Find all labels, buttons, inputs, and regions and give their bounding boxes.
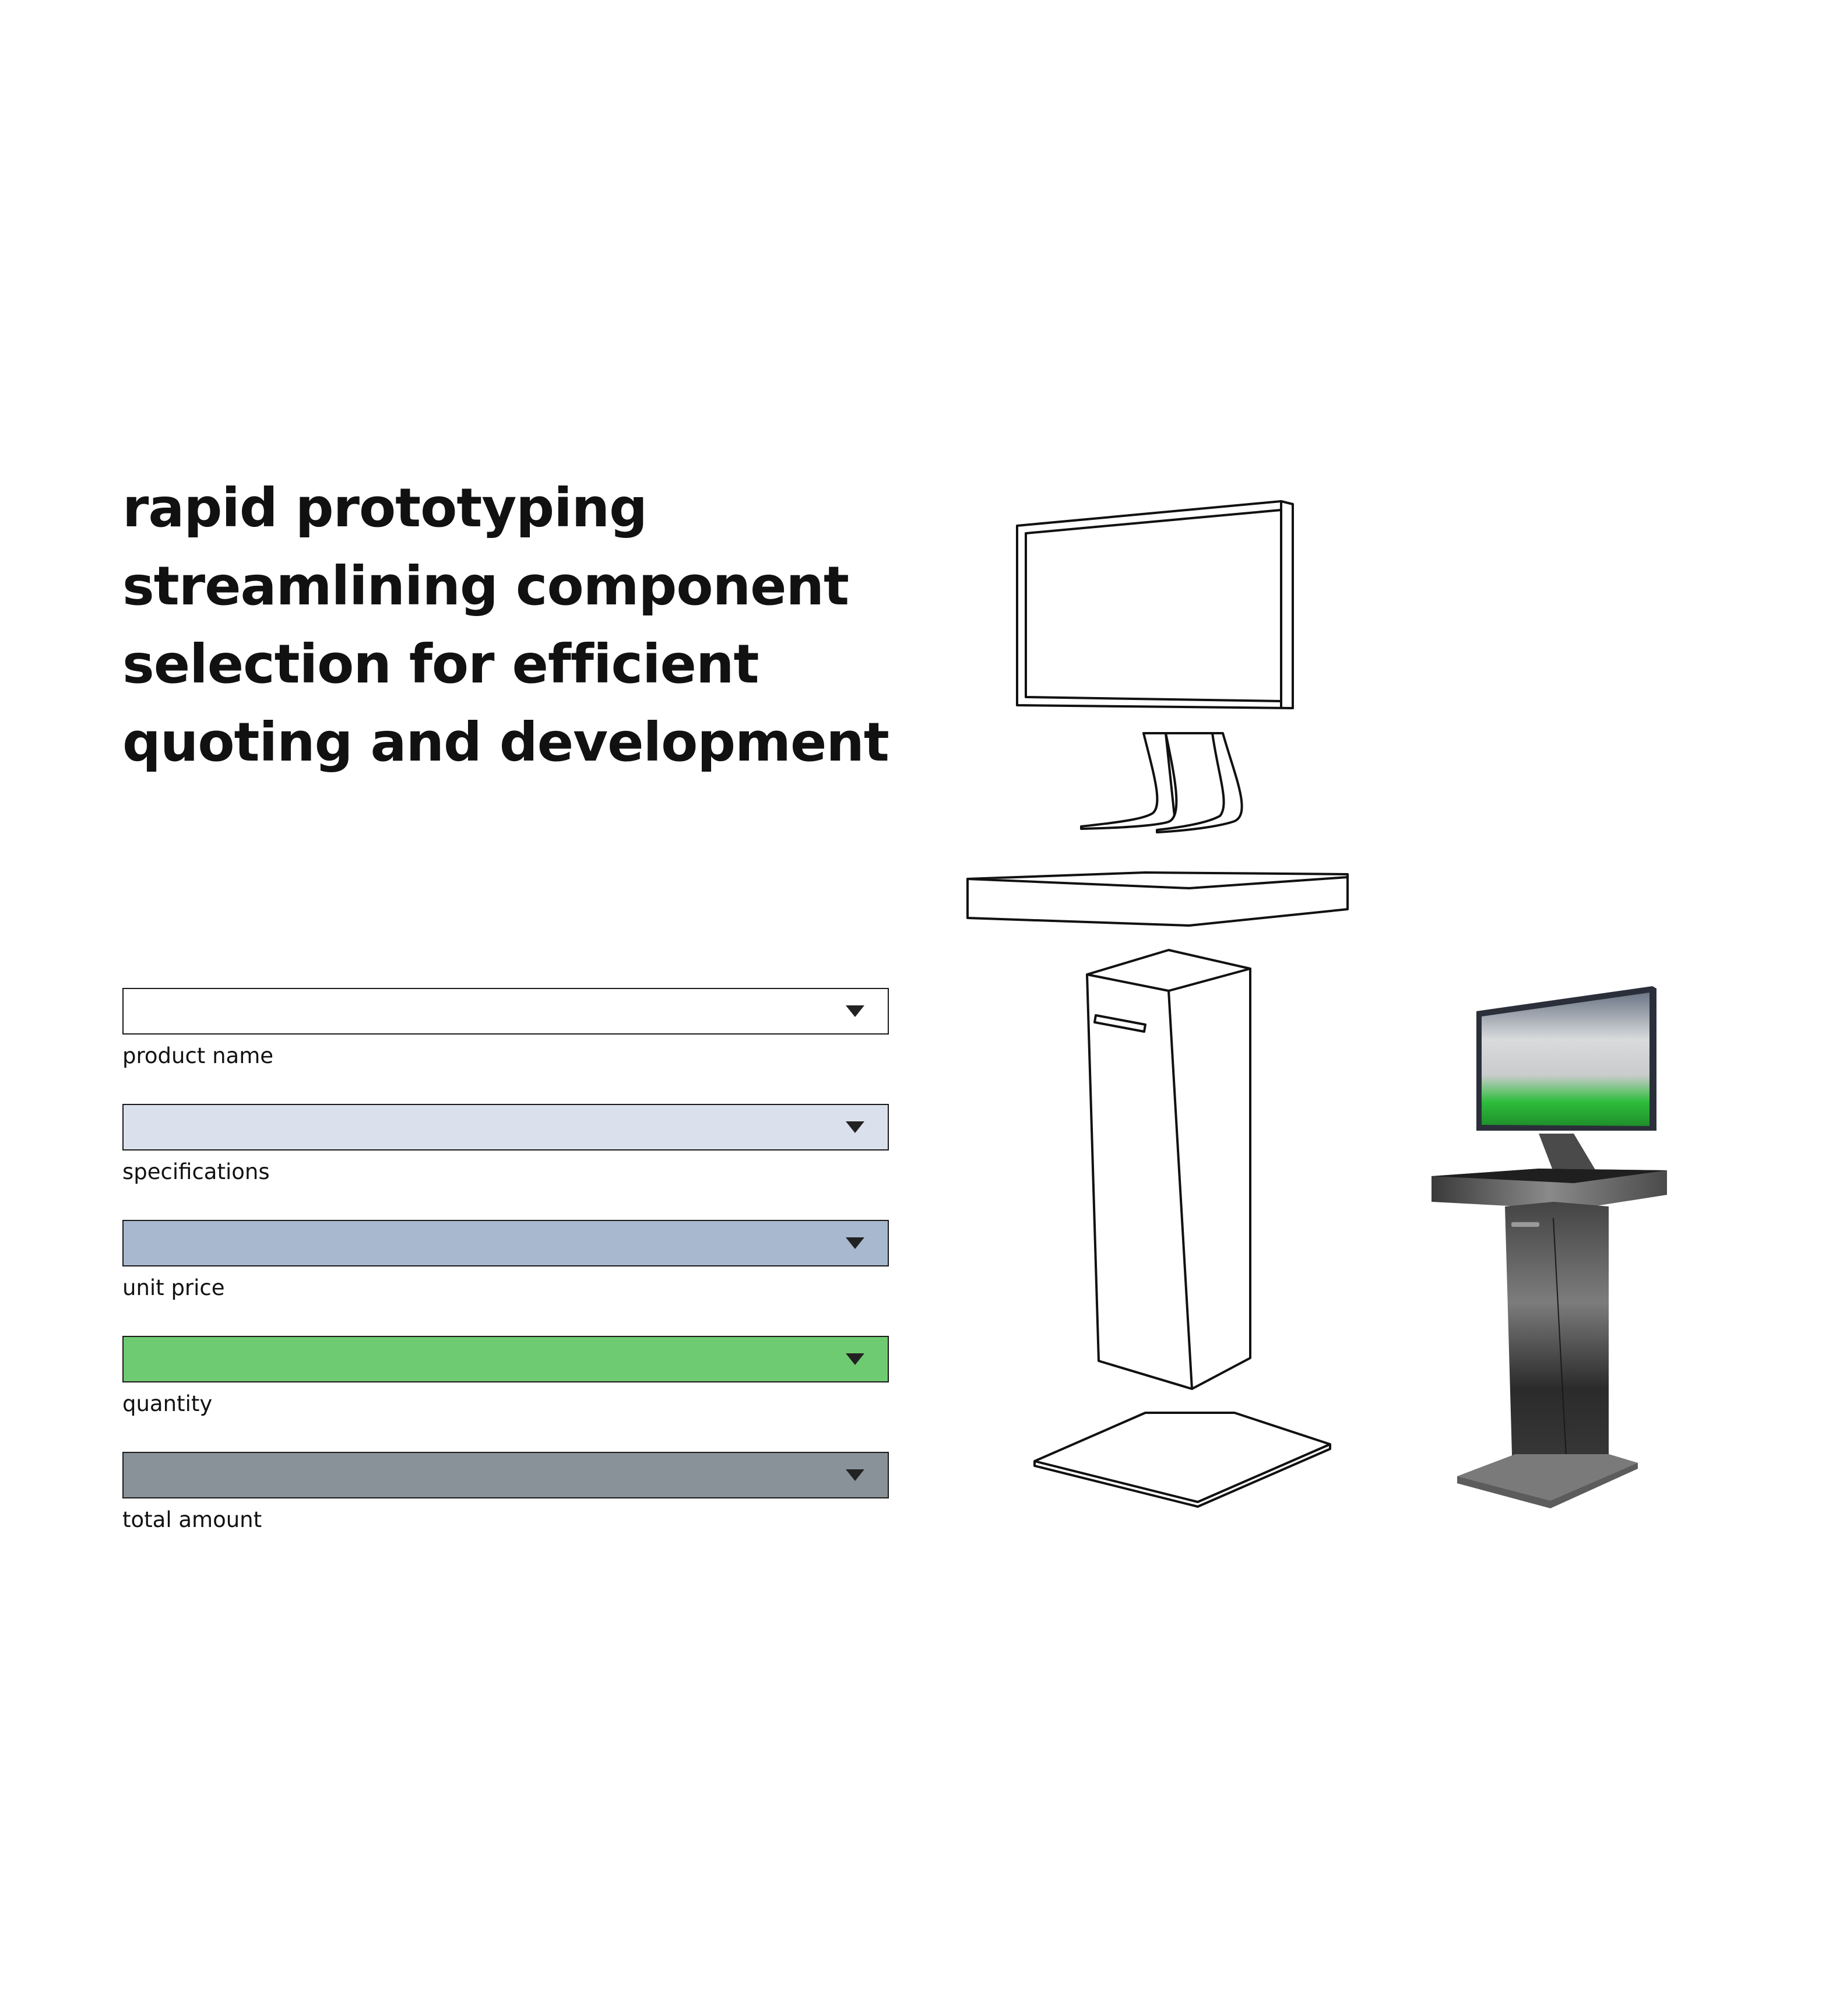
specifications-label: specifications bbox=[122, 1159, 270, 1184]
monitor-stand-outline-icon bbox=[1080, 732, 1243, 833]
caret-down-icon bbox=[846, 1005, 864, 1017]
caret-down-icon bbox=[846, 1121, 864, 1133]
field-quantity: quantity bbox=[122, 1336, 889, 1452]
kiosk-monitor-icon bbox=[1476, 986, 1656, 1131]
kiosk-base-icon bbox=[1457, 1454, 1638, 1508]
monitor-outline-icon bbox=[1016, 500, 1294, 709]
total-amount-label: total amount bbox=[122, 1507, 262, 1532]
quantity-select[interactable] bbox=[122, 1336, 889, 1382]
quote-form: product name specifications unit price q… bbox=[122, 988, 889, 1568]
base-plate-outline-icon bbox=[1033, 1412, 1331, 1508]
unit-price-label: unit price bbox=[122, 1275, 225, 1300]
field-total-amount: total amount bbox=[122, 1452, 889, 1568]
field-unit-price: unit price bbox=[122, 1220, 889, 1336]
quantity-label: quantity bbox=[122, 1391, 213, 1416]
headline-line-1: rapid prototyping bbox=[122, 477, 648, 539]
total-amount-select[interactable] bbox=[122, 1452, 889, 1498]
caret-down-icon bbox=[846, 1353, 864, 1365]
headline-line-4: quoting and development bbox=[122, 711, 889, 773]
kiosk-column-icon bbox=[1505, 1202, 1609, 1490]
field-specifications: specifications bbox=[122, 1104, 889, 1220]
headline-line-3: selection for efficient bbox=[122, 633, 759, 695]
caret-down-icon bbox=[846, 1469, 864, 1481]
caret-down-icon bbox=[846, 1237, 864, 1249]
headline-line-2: streamlining component bbox=[122, 555, 849, 617]
product-name-select[interactable] bbox=[122, 988, 889, 1035]
tabletop-outline-icon bbox=[966, 871, 1349, 927]
specifications-select[interactable] bbox=[122, 1104, 889, 1151]
unit-price-select[interactable] bbox=[122, 1220, 889, 1266]
product-name-label: product name bbox=[122, 1043, 273, 1068]
headline: rapid prototyping streamlining component… bbox=[122, 469, 889, 782]
field-product-name: product name bbox=[122, 988, 889, 1104]
assembled-kiosk-image bbox=[1432, 986, 1667, 1508]
column-outline-icon bbox=[1086, 949, 1251, 1390]
